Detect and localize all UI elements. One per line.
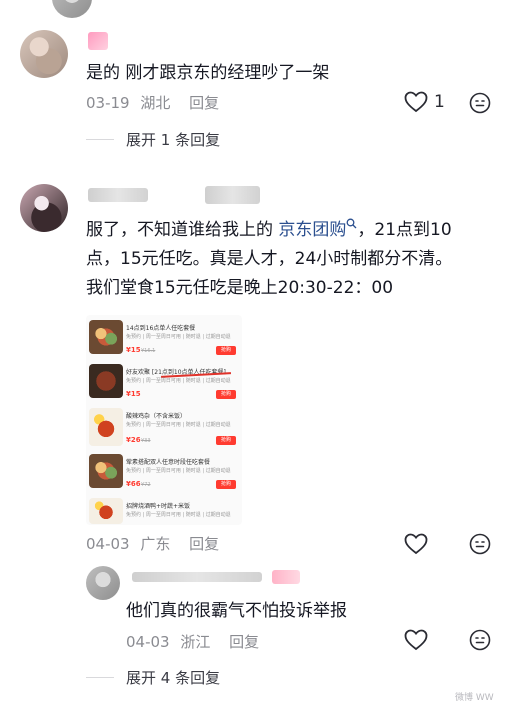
comment-text: 服了，不知道谁给我上的 京东团购 ，21点到10 点，15元任吃。真是人才，24小… [86, 218, 453, 298]
product-image [89, 364, 123, 398]
product-row: 荤素搭配双人任意时段任吃套餐 免预约 | 周一至周日可用 | 随时退 | 过期自… [86, 452, 242, 494]
comment-location: 湖北 [140, 94, 171, 112]
like-button[interactable]: 1 [404, 90, 445, 114]
buy-button: 抢购 [216, 390, 236, 399]
product-row: 好友欢聚 [21点到10点单人任吃套餐] 免预约 | 周一至周日可用 | 随时退… [86, 362, 242, 404]
comment-text: 是的 刚才跟京东的经理吵了一架 [86, 63, 330, 83]
avatar[interactable] [20, 184, 68, 232]
product-sub: 免预约 | 周一至周日可用 | 随时退 | 过期自动退 [126, 378, 231, 384]
buy-button: 抢购 [216, 480, 236, 489]
product-title: 荤素搭配双人任意时段任吃套餐 [126, 459, 211, 466]
product-old-price: ¥16.1 [141, 348, 156, 354]
product-sub: 免预约 | 周一至周日可用 | 随时退 | 过期自动退 [126, 422, 231, 428]
avatar-top-partial[interactable] [52, 0, 92, 18]
expand-replies-button[interactable]: 展开 4 条回复 [126, 667, 220, 688]
product-title: 招牌烧酒鸭+时蔬+米饭 [126, 503, 191, 510]
expand-replies-button[interactable]: 展开 1 条回复 [126, 129, 220, 150]
reply-button[interactable]: 回复 [189, 94, 219, 112]
heart-icon[interactable] [404, 533, 428, 555]
link-jd-groupbuy[interactable]: 京东团购 [278, 220, 346, 240]
reply-location: 浙江 [180, 633, 211, 651]
avatar[interactable] [86, 566, 120, 600]
product-old-price: ¥72 [141, 482, 151, 488]
product-image [89, 498, 123, 524]
product-image [89, 320, 123, 354]
comment-date: 04-03 [86, 535, 130, 553]
like-count: 1 [434, 92, 445, 112]
product-title: 酸辣鸡杂（不含米饭） [126, 413, 187, 420]
emoji-icon[interactable] [469, 533, 491, 555]
product-price: ¥66 [126, 480, 141, 488]
product-price: ¥15 [126, 390, 141, 398]
username-blurred [132, 572, 262, 582]
product-image [89, 408, 123, 446]
product-sub: 免预约 | 周一至周日可用 | 随时退 | 过期自动退 [126, 512, 231, 518]
username-badge [272, 570, 300, 584]
reply-button[interactable]: 回复 [229, 633, 259, 651]
expand-divider [86, 139, 114, 140]
product-row: 14点到16点单人任吃套餐 免预约 | 周一至周日可用 | 随时退 | 过期自动… [86, 318, 242, 360]
username-badge [88, 32, 108, 50]
comment-date: 03-19 [86, 94, 130, 112]
product-row: 酸辣鸡杂（不含米饭） 免预约 | 周一至周日可用 | 随时退 | 过期自动退 ¥… [86, 406, 242, 450]
reply-text: 他们真的很霸气不怕投诉举报 [126, 601, 347, 621]
search-icon [346, 218, 357, 229]
buy-button: 抢购 [216, 436, 236, 445]
product-sub: 免预约 | 周一至周日可用 | 随时退 | 过期自动退 [126, 334, 231, 340]
username-blurred [205, 186, 260, 204]
product-price: ¥15 [126, 346, 141, 354]
product-price: ¥26 [126, 436, 141, 444]
buy-button: 抢购 [216, 346, 236, 355]
heart-icon [404, 91, 428, 113]
expand-divider [86, 677, 114, 678]
product-row: 招牌烧酒鸭+时蔬+米饭 免预约 | 周一至周日可用 | 随时退 | 过期自动退 [86, 496, 242, 524]
product-old-price: ¥33 [141, 438, 151, 444]
product-image [89, 454, 123, 488]
username-blurred [88, 188, 148, 202]
avatar[interactable] [20, 30, 68, 78]
heart-icon[interactable] [404, 629, 428, 651]
emoji-icon[interactable] [469, 92, 491, 114]
product-sub: 免预约 | 周一至周日可用 | 随时退 | 过期自动退 [126, 468, 231, 474]
comment-meta: 04-03 广东 回复 [86, 533, 219, 554]
comment-meta: 03-19 湖北 回复 [86, 92, 219, 113]
product-title: 14点到16点单人任吃套餐 [126, 325, 196, 332]
reply-button[interactable]: 回复 [189, 535, 219, 553]
reply-date: 04-03 [126, 633, 170, 651]
reply-meta: 04-03 浙江 回复 [126, 631, 259, 652]
comment-location: 广东 [140, 535, 171, 553]
watermark: 微博 WW [455, 693, 494, 703]
emoji-icon[interactable] [469, 629, 491, 651]
